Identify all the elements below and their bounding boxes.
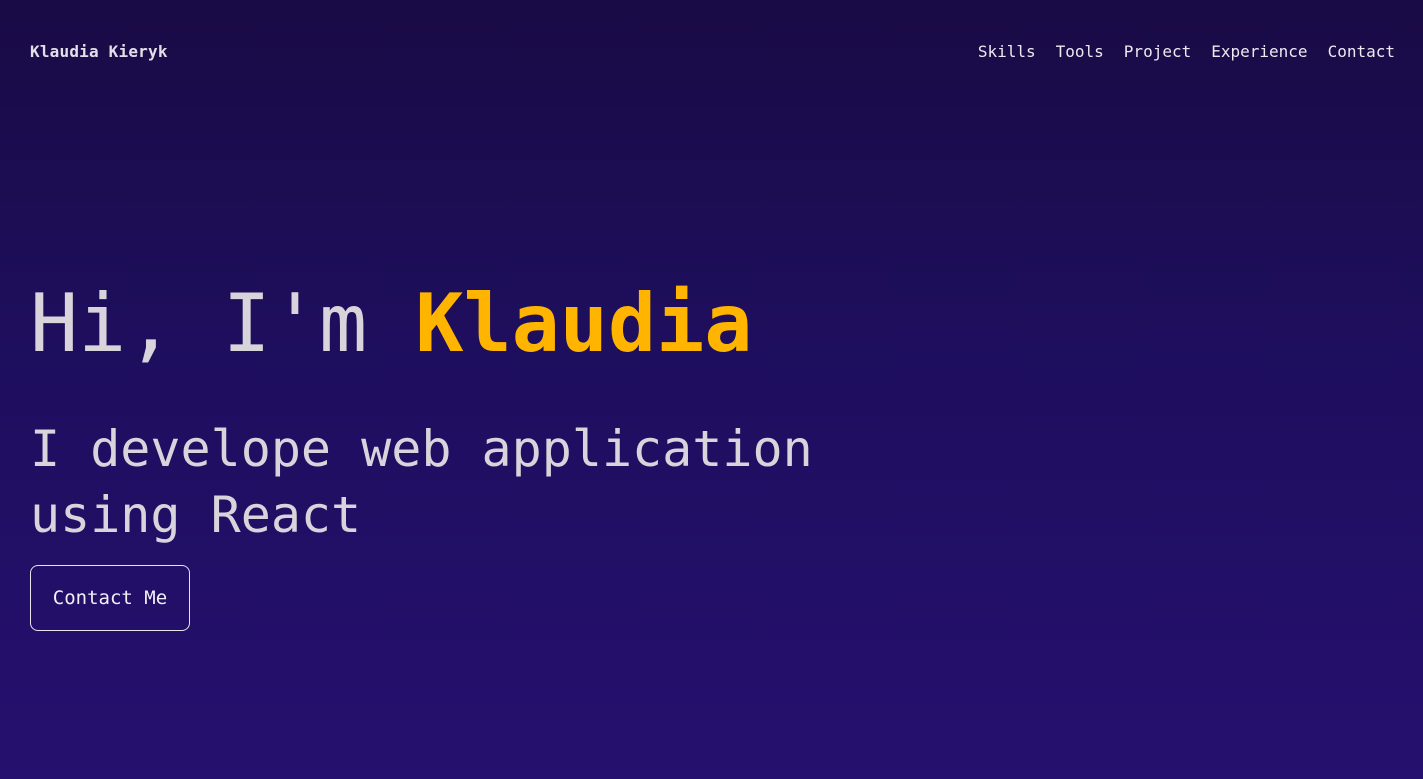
nav-link-tools[interactable]: Tools	[1056, 42, 1104, 61]
brand-name[interactable]: Klaudia Kieryk	[30, 42, 168, 61]
hero-title: Hi, I'm Klaudia	[30, 276, 930, 372]
nav-link-project[interactable]: Project	[1124, 42, 1191, 61]
main-nav: Skills Tools Project Experience Contact	[978, 42, 1395, 61]
hero-section: Hi, I'm Klaudia I develope web applicati…	[30, 276, 930, 548]
contact-me-button[interactable]: Contact Me	[30, 565, 190, 631]
nav-link-contact[interactable]: Contact	[1328, 42, 1395, 61]
hero-name: Klaudia	[415, 277, 753, 370]
hero-greeting: Hi, I'm	[30, 277, 416, 370]
nav-link-skills[interactable]: Skills	[978, 42, 1036, 61]
hero-subtitle: I develope web application using React	[30, 420, 813, 544]
nav-link-experience[interactable]: Experience	[1211, 42, 1307, 61]
site-header: Klaudia Kieryk Skills Tools Project Expe…	[30, 38, 1395, 64]
